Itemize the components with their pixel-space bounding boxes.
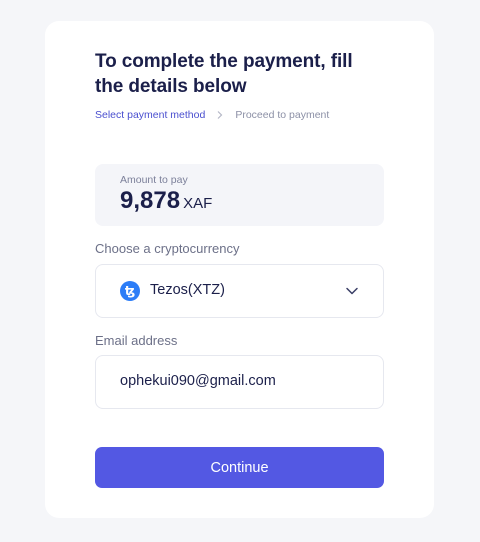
crypto-select[interactable]: ꜩ Tezos(XTZ) [95, 264, 384, 318]
chevron-right-icon [215, 110, 225, 120]
page-title: To complete the payment, fill the detail… [95, 51, 353, 97]
breadcrumb-step-proceed: Proceed to payment [235, 109, 330, 121]
amount-value: 9,878 XAF [120, 187, 212, 215]
email-field[interactable] [95, 355, 384, 409]
amount-box: Amount to pay 9,878 XAF [95, 164, 384, 226]
crypto-selected-value: Tezos(XTZ) [150, 282, 225, 298]
amount-currency: XAF [183, 195, 213, 212]
email-input[interactable] [120, 373, 360, 389]
payment-card: To complete the payment, fill the detail… [45, 21, 434, 518]
amount-label: Amount to pay [120, 174, 188, 186]
breadcrumb-step-select-method[interactable]: Select payment method [95, 109, 205, 121]
chevron-down-icon[interactable] [345, 284, 359, 298]
amount-number: 9,878 [120, 187, 181, 214]
breadcrumb: Select payment method Proceed to payment [95, 109, 329, 121]
tezos-icon: ꜩ [120, 281, 140, 301]
continue-button[interactable]: Continue [95, 447, 384, 488]
crypto-label: Choose a cryptocurrency [95, 241, 240, 256]
email-label: Email address [95, 333, 178, 348]
